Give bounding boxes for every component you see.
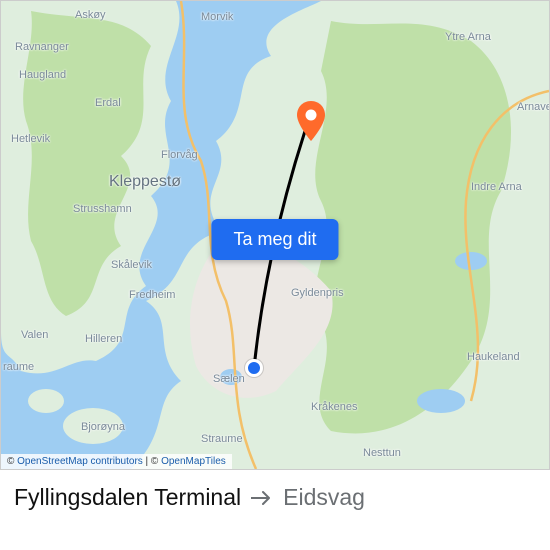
map-attribution: © OpenStreetMap contributors | © OpenMap… [1,454,232,469]
osm-link[interactable]: OpenStreetMap contributors [17,456,143,467]
route-from: Fyllingsdalen Terminal [14,484,241,511]
cta-label: Ta meg dit [233,229,316,249]
route-to: Eidsvag [283,484,365,511]
map-viewport[interactable]: Ta meg dit KleppestøAskøyMorvikYtre Arna… [0,0,550,470]
attr-prefix: © [7,456,17,467]
route-summary: Fyllingsdalen Terminal Eidsvag [0,470,550,511]
arrow-right-icon [251,490,273,506]
take-me-there-button[interactable]: Ta meg dit [211,219,338,260]
attr-sep: | © [143,456,161,467]
openmaptiles-link[interactable]: OpenMapTiles [161,456,226,467]
